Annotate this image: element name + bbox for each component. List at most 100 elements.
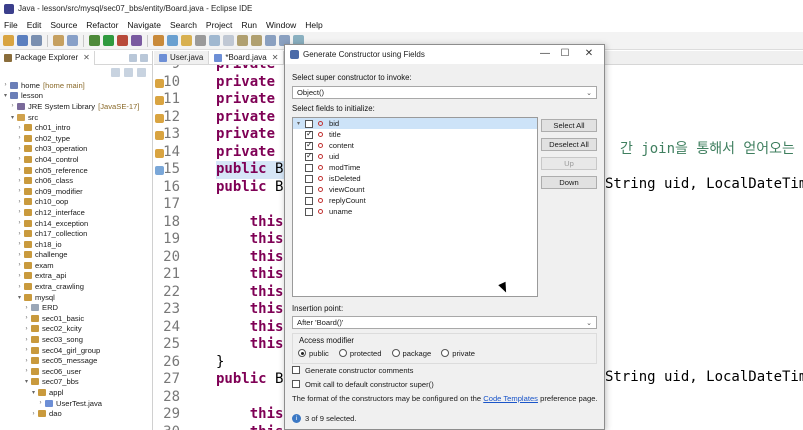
radio-button[interactable]	[338, 349, 347, 357]
field-checkbox[interactable]	[305, 140, 313, 150]
tree-item[interactable]: ▾ appl	[2, 387, 152, 398]
generate-comments-checkbox[interactable]	[292, 366, 300, 374]
minimize-icon[interactable]: —	[537, 48, 553, 59]
field-checkbox[interactable]	[305, 185, 313, 194]
chevron-right-icon[interactable]: ›	[16, 178, 23, 184]
new-class-icon[interactable]	[181, 35, 192, 46]
tree-item[interactable]: › exam	[2, 260, 152, 271]
menu-item-navigate[interactable]: Navigate	[127, 20, 161, 30]
back-icon[interactable]	[265, 35, 276, 46]
close-icon[interactable]: ✕	[272, 53, 279, 62]
open-type-icon[interactable]	[53, 35, 64, 46]
chevron-right-icon[interactable]: ›	[23, 368, 30, 374]
radio-button[interactable]	[298, 349, 306, 357]
menu-item-file[interactable]: File	[4, 20, 18, 30]
annotation-icon[interactable]	[155, 166, 164, 175]
search-icon[interactable]	[195, 35, 206, 46]
deselect-all-button[interactable]: Deselect All	[541, 138, 597, 151]
tree-item[interactable]: › sec02_kcity	[2, 324, 152, 335]
external-tools-icon[interactable]	[131, 35, 142, 46]
view-menu-icon[interactable]	[137, 68, 146, 77]
tree-item[interactable]: › ch09_modifier	[2, 186, 152, 197]
menu-item-search[interactable]: Search	[170, 20, 197, 30]
annotation-icon[interactable]	[155, 113, 164, 123]
maximize-icon[interactable]: ☐	[557, 48, 573, 59]
field-checkbox[interactable]	[305, 163, 313, 172]
tree-item[interactable]: › ch05_reference	[2, 165, 152, 176]
tree-item[interactable]: › ch12_interface	[2, 207, 152, 218]
field-row-viewCount[interactable]: viewCount	[293, 184, 537, 195]
chevron-right-icon[interactable]: ›	[16, 284, 23, 290]
field-row-isDeleted[interactable]: isDeleted	[293, 173, 537, 184]
chevron-right-icon[interactable]: ›	[16, 220, 23, 226]
access-option-private[interactable]: private	[441, 349, 475, 358]
save-icon[interactable]	[17, 35, 28, 46]
field-row-replyCount[interactable]: replyCount	[293, 195, 537, 206]
tree-item[interactable]: › extra_crawling	[2, 281, 152, 292]
fields-list[interactable]: ▾ bid title content uid modTime isDeleted viewC…	[292, 117, 538, 297]
super-constructor-select[interactable]: Object() ⌄	[292, 86, 597, 99]
chevron-right-icon[interactable]: ›	[30, 411, 37, 417]
tree-item[interactable]: › ch14_exception	[2, 218, 152, 229]
chevron-right-icon[interactable]: ›	[23, 337, 30, 343]
field-row-uname[interactable]: uname	[293, 206, 537, 217]
field-row-uid[interactable]: uid	[293, 151, 537, 162]
chevron-right-icon[interactable]: ›	[2, 82, 9, 88]
maximize-icon[interactable]	[140, 53, 148, 62]
field-checkbox[interactable]	[305, 151, 313, 161]
chevron-right-icon[interactable]: ›	[23, 347, 30, 353]
tree-item[interactable]: › dao	[2, 408, 152, 419]
radio-button[interactable]	[441, 349, 450, 357]
prev-annotation-icon[interactable]	[251, 35, 262, 46]
tree-item[interactable]: › JRE System Library [JavaSE-17]	[2, 101, 152, 112]
chevron-right-icon[interactable]: ›	[16, 262, 23, 268]
access-option-protected[interactable]: protected	[338, 349, 382, 358]
tree-item[interactable]: › ERD	[2, 302, 152, 313]
save-all-icon[interactable]	[31, 35, 42, 46]
generate-comments-row[interactable]: Generate constructor comments	[292, 364, 413, 376]
annotation-icon[interactable]	[155, 78, 164, 88]
menu-item-refactor[interactable]: Refactor	[86, 20, 118, 30]
next-annotation-icon[interactable]	[237, 35, 248, 46]
tree-item[interactable]: › ch01_intro	[2, 122, 152, 133]
access-option-package[interactable]: package	[391, 349, 431, 358]
chevron-right-icon[interactable]: ›	[16, 167, 23, 173]
debug-icon[interactable]	[89, 35, 100, 46]
tree-item[interactable]: › home [home main]	[2, 80, 152, 91]
tree-item[interactable]: › sec06_user	[2, 366, 152, 377]
tree-item[interactable]: › sec05_message	[2, 355, 152, 366]
tree-item[interactable]: › extra_api	[2, 271, 152, 282]
toggle-mark-icon[interactable]	[209, 35, 220, 46]
menu-item-source[interactable]: Source	[50, 20, 77, 30]
coverage-icon[interactable]	[117, 35, 128, 46]
down-button[interactable]: Down	[541, 176, 597, 189]
tree-item[interactable]: › ch02_type	[2, 133, 152, 144]
annotation-icon[interactable]	[155, 131, 164, 140]
tree-item[interactable]: › ch04_control	[2, 154, 152, 165]
field-checkbox[interactable]	[305, 174, 313, 183]
chevron-right-icon[interactable]: ›	[23, 315, 30, 321]
field-row-title[interactable]: title	[293, 129, 537, 140]
tree-item[interactable]: › sec03_song	[2, 334, 152, 345]
chevron-right-icon[interactable]: ›	[16, 241, 23, 247]
field-checkbox[interactable]	[305, 119, 313, 128]
tab-package-explorer[interactable]: Package Explorer ✕	[0, 50, 95, 65]
run-icon[interactable]	[103, 35, 114, 46]
close-icon[interactable]: ✕	[83, 53, 90, 62]
annotation-icon[interactable]	[155, 148, 164, 158]
new-java-project-icon[interactable]	[153, 35, 164, 46]
collapse-all-icon[interactable]	[111, 68, 120, 77]
field-checkbox[interactable]	[305, 129, 313, 139]
select-all-button[interactable]: Select All	[541, 119, 597, 132]
tree-item[interactable]: ▾ mysql	[2, 292, 152, 303]
insertion-point-select[interactable]: After 'Board()' ⌄	[292, 316, 597, 329]
chevron-down-icon[interactable]: ▾	[30, 389, 37, 396]
annotation-icon[interactable]	[155, 96, 164, 105]
tree-item[interactable]: › ch06_class	[2, 175, 152, 186]
chevron-right-icon[interactable]: ›	[16, 209, 23, 215]
tree-item[interactable]: › ch03_operation	[2, 144, 152, 155]
tree-item[interactable]: › ch18_io	[2, 239, 152, 250]
menu-item-run[interactable]: Run	[241, 20, 257, 30]
tree-item[interactable]: › UserTest.java	[2, 398, 152, 409]
omit-super-row[interactable]: Omit call to default constructor super()	[292, 378, 434, 390]
